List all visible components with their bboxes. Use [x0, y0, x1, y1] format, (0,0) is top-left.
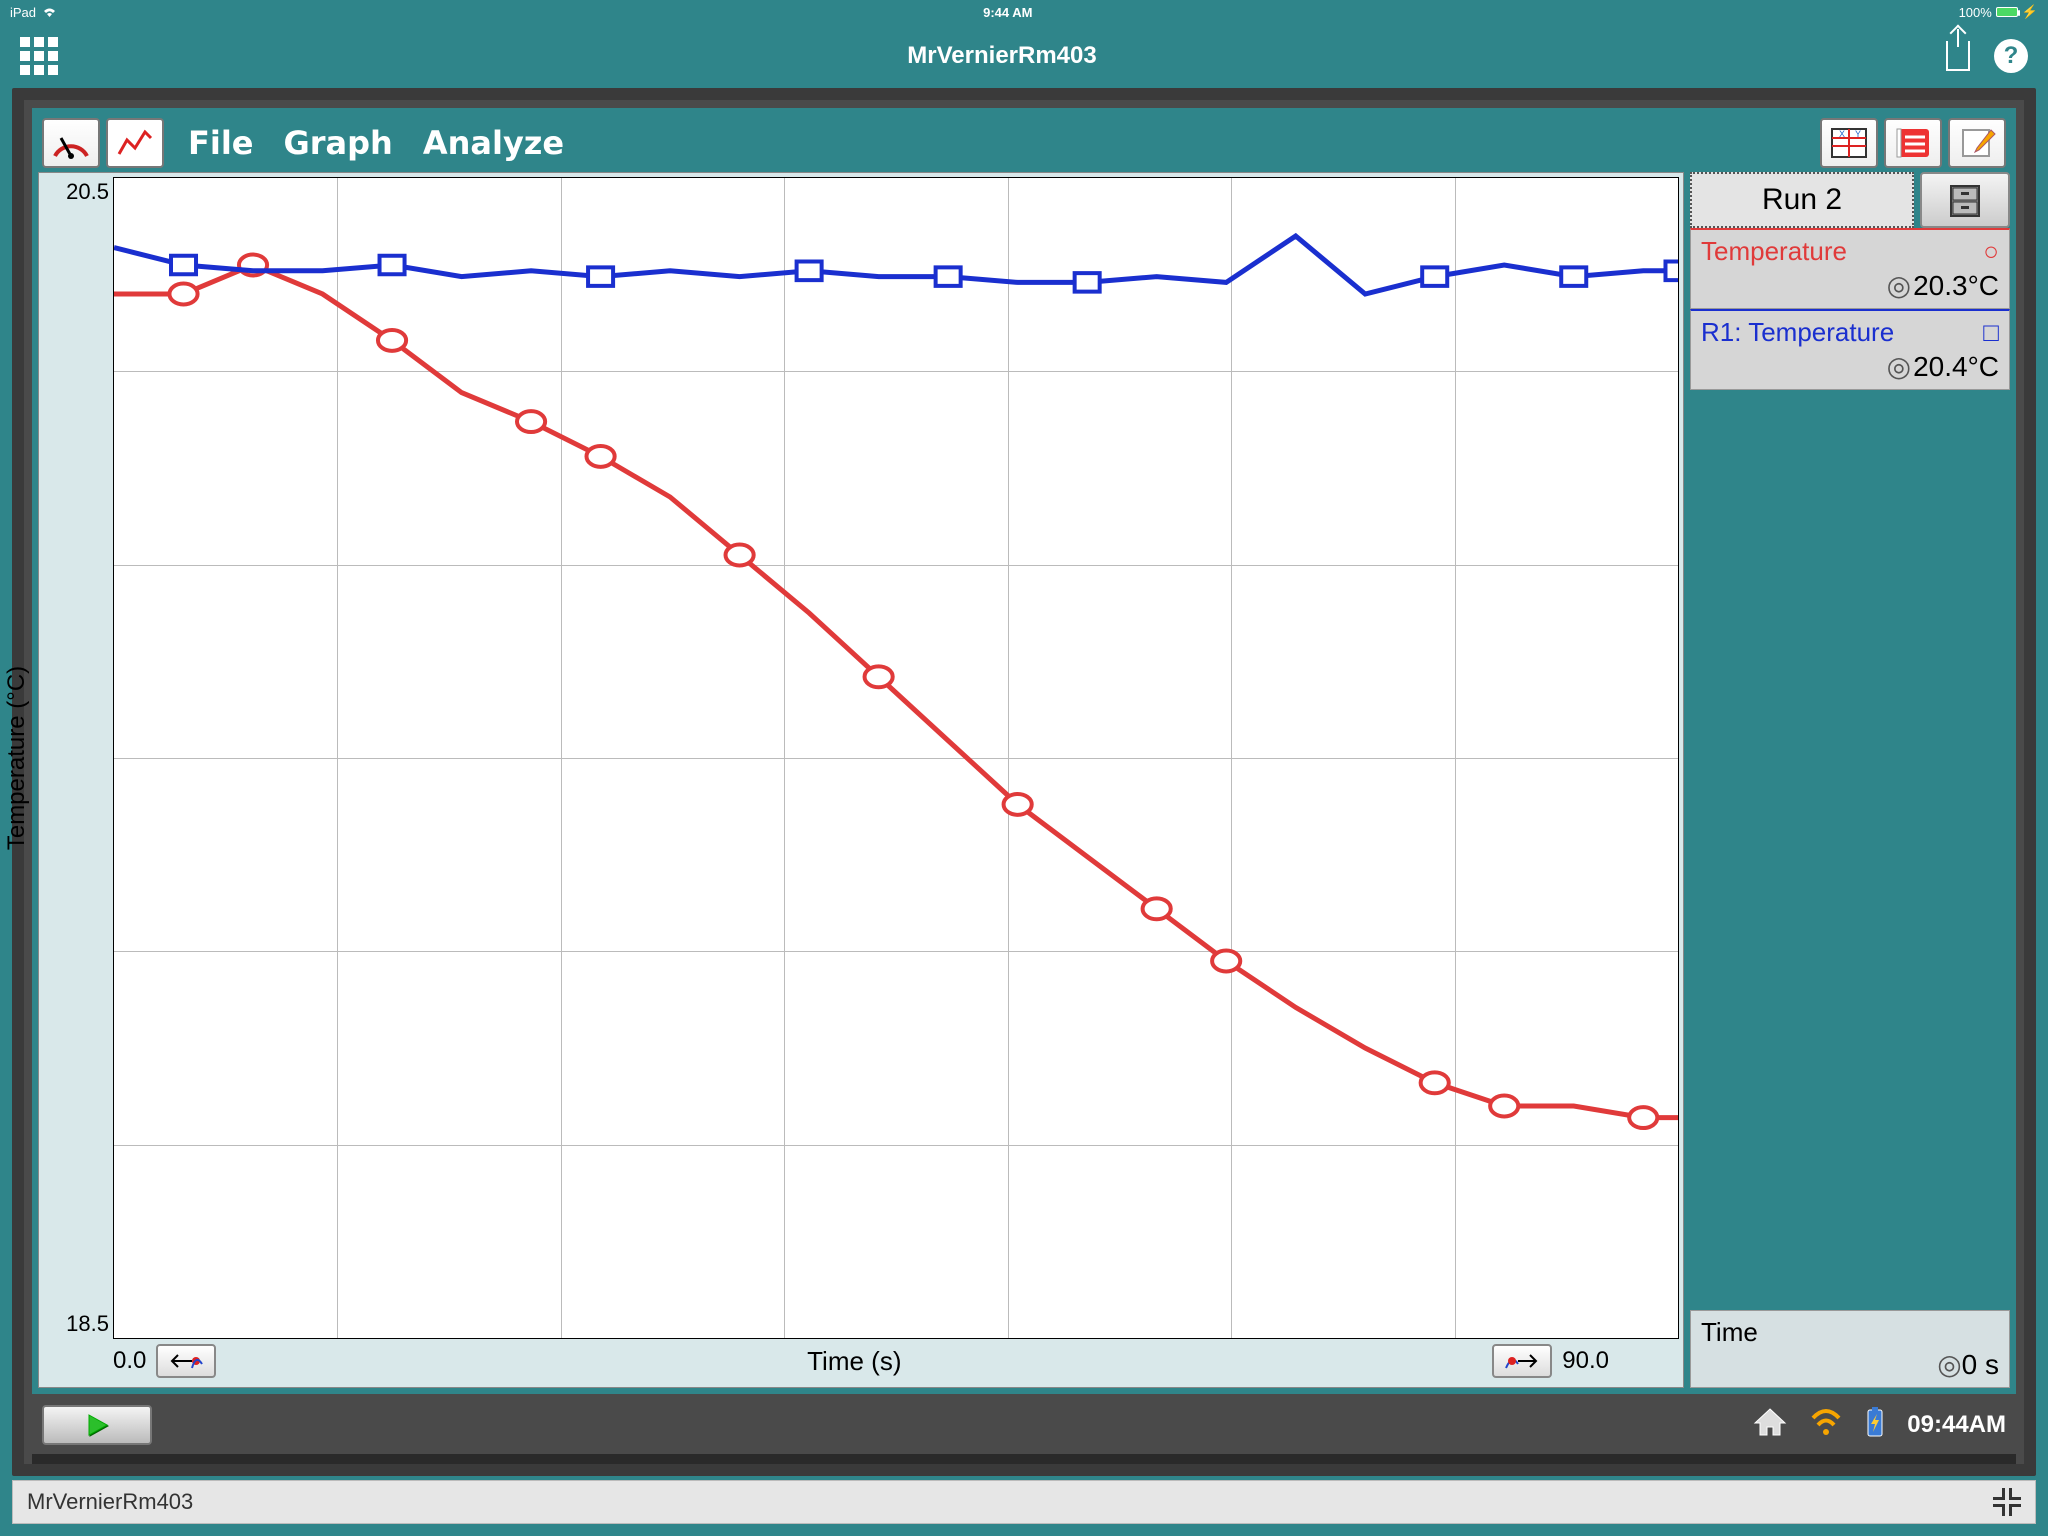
menu-analyze[interactable]: Analyze: [423, 124, 564, 162]
ios-clock: 9:44 AM: [57, 5, 1959, 20]
square-marker-icon: □: [1983, 317, 1999, 348]
apps-grid-icon[interactable]: [20, 37, 58, 75]
charging-icon: ⚡: [2022, 4, 2038, 20]
scroll-left-button[interactable]: [156, 1344, 216, 1378]
y-tick-max: 20.5: [66, 179, 109, 205]
y-tick-min: 18.5: [66, 1311, 109, 1337]
exit-fullscreen-icon[interactable]: [1993, 1488, 2021, 1516]
notes-button[interactable]: [1884, 118, 1942, 168]
battery-status-icon[interactable]: [1865, 1406, 1885, 1445]
sensor-1-name: Temperature: [1701, 236, 1847, 267]
sensor-2-name: R1: Temperature: [1701, 317, 1894, 348]
annotate-button[interactable]: [1948, 118, 2006, 168]
app-bar: MrVernierRm403 ?: [0, 24, 2048, 88]
time-value: 0 s: [1962, 1349, 1999, 1380]
menu-bar: File Graph Analyze XY: [38, 114, 2010, 172]
svg-text:Y: Y: [1855, 129, 1861, 139]
menu-graph[interactable]: Graph: [284, 124, 393, 162]
battery-percent: 100%: [1959, 5, 1992, 20]
time-label: Time: [1701, 1317, 1999, 1348]
meter-view-button[interactable]: [42, 118, 100, 168]
time-box[interactable]: Time ◎0 s: [1690, 1310, 2010, 1388]
sensor-1-box[interactable]: Temperature○ ◎20.3°C: [1690, 228, 2010, 309]
graph-view-button[interactable]: [106, 118, 164, 168]
svg-text:X: X: [1839, 129, 1845, 139]
device-label: iPad: [10, 5, 36, 20]
x-axis-label[interactable]: Time (s): [226, 1346, 1482, 1377]
y-axis-label[interactable]: Temperature (°C): [3, 666, 31, 850]
share-icon[interactable]: [1946, 41, 1970, 71]
plot-area[interactable]: [113, 177, 1679, 1339]
sensor-2-box[interactable]: R1: Temperature□ ◎20.4°C: [1690, 309, 2010, 390]
battery-icon: [1996, 7, 2018, 17]
footer-label: MrVernierRm403: [27, 1489, 193, 1515]
play-button[interactable]: [42, 1405, 152, 1445]
footer-bar: MrVernierRm403: [12, 1480, 2036, 1524]
ios-status-bar: iPad 9:44 AM 100% ⚡: [0, 0, 2048, 24]
sensor-1-value: 20.3°C: [1913, 270, 1999, 301]
bottom-clock: 09:44AM: [1907, 1411, 2006, 1439]
file-cabinet-button[interactable]: [1920, 172, 2010, 228]
data-table-button[interactable]: XY: [1820, 118, 1878, 168]
wifi-icon: [42, 6, 57, 18]
app-title: MrVernierRm403: [58, 42, 1946, 70]
graph-panel: 20.5 Temperature (°C) 18.5 0.0 Time (s): [38, 172, 1684, 1388]
sidebar: Run 2 Temperature○ ◎20.3°C R1: Temperatu…: [1690, 172, 2010, 1388]
circle-marker-icon: ○: [1983, 236, 1999, 267]
sensor-2-value: 20.4°C: [1913, 351, 1999, 382]
x-tick-min: 0.0: [113, 1347, 146, 1375]
home-icon[interactable]: [1753, 1407, 1787, 1444]
menu-file[interactable]: File: [188, 124, 254, 162]
help-icon[interactable]: ?: [1994, 39, 2028, 73]
bottom-bar: 09:44AM: [32, 1400, 2016, 1450]
x-tick-max: 90.0: [1562, 1347, 1609, 1375]
wifi-status-icon[interactable]: [1809, 1408, 1843, 1443]
run-selector[interactable]: Run 2: [1690, 172, 1914, 228]
scroll-right-button[interactable]: [1492, 1344, 1552, 1378]
